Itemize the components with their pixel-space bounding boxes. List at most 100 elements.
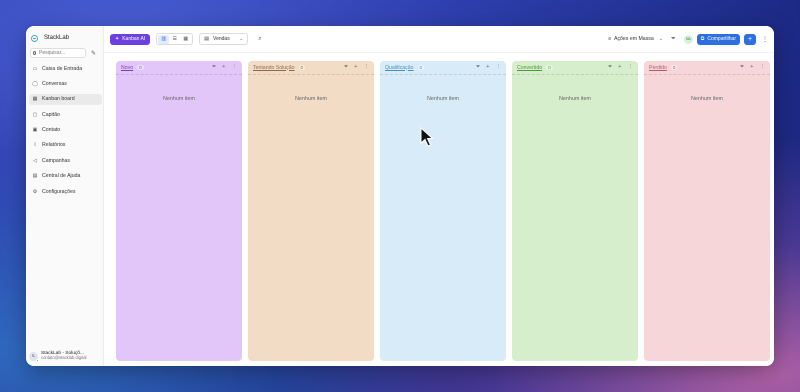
kanban-ai-button[interactable]: ✦ Kanban AI — [110, 33, 151, 45]
search-icon[interactable]: ⌕ — [258, 36, 261, 43]
column-count-badge: 0 — [546, 65, 553, 70]
list-view-icon[interactable]: ☰ — [169, 35, 180, 44]
toolbar-right: ≡ Ações em Massa ⌄ ⏷ NA ⧉ Compartilhar +… — [608, 33, 768, 45]
contact-icon: ▣ — [32, 127, 38, 134]
sidebar-item-label: Caixa de Entrada — [42, 65, 83, 72]
bulk-actions-label: Ações em Massa — [613, 36, 654, 42]
bulk-actions-dropdown[interactable]: ≡ Ações em Massa ⌄ — [608, 36, 663, 42]
column-title[interactable]: Qualificação — [385, 65, 414, 71]
sparkle-icon: ✦ — [115, 36, 120, 42]
sidebar-item-label: Kanban board — [42, 96, 75, 103]
add-icon[interactable]: + — [354, 64, 357, 71]
more-vertical-icon[interactable]: ⋮ — [232, 64, 238, 71]
filter-icon[interactable]: ⏷ — [740, 64, 744, 71]
filter-icon[interactable]: ⏷ — [344, 64, 348, 71]
sidebar-item-captain[interactable]: ▢ Capitão — [29, 109, 102, 120]
kanban-ai-label: Kanban AI — [122, 36, 146, 42]
sidebar: StackLab ✎ ▭ Caixa de Entrada ◯ Conversa… — [26, 26, 104, 366]
toolbar: ✦ Kanban AI ▥ ☰ ▦ ▤ Vendas ⌄ ⌕ ≡ Ações e… — [104, 26, 774, 53]
list-icon: ≡ — [607, 36, 611, 42]
kanban-column-convertido: Convertido 0 ⏷ + ⋮ Nenhum item — [512, 61, 638, 361]
main-content: ✦ Kanban AI ▥ ☰ ▦ ▤ Vendas ⌄ ⌕ ≡ Ações e… — [104, 26, 774, 366]
column-header: Novo 0 ⏷ + ⋮ — [116, 61, 242, 75]
kanban-board: Novo 0 ⏷ + ⋮ Nenhum item Tentando Soluçã… — [116, 61, 774, 361]
share-icon: ⧉ — [700, 36, 705, 42]
calendar-view-icon[interactable]: ▦ — [180, 35, 191, 44]
column-header: Convertido 0 ⏷ + ⋮ — [512, 61, 638, 75]
sidebar-item-label: Conversas — [42, 80, 67, 87]
add-icon[interactable]: + — [222, 64, 225, 71]
add-button[interactable]: + — [744, 33, 756, 45]
kanban-column-perdido: Perdido 0 ⏷ + ⋮ Nenhum item — [644, 61, 770, 361]
share-button[interactable]: ⧉ Compartilhar — [696, 33, 740, 45]
sidebar-item-help-center[interactable]: ▤ Central de Ajuda — [29, 171, 102, 182]
sidebar-item-kanban[interactable]: ▦ Kanban board — [29, 93, 102, 105]
book-icon: ▤ — [32, 173, 38, 180]
table-icon: ▤ — [204, 36, 210, 42]
user-avatar[interactable]: NA — [683, 34, 693, 44]
gear-icon: ⚙ — [32, 188, 38, 195]
search-input[interactable] — [39, 50, 85, 56]
column-title[interactable]: Tentando Solução — [253, 65, 295, 71]
more-vertical-icon[interactable]: ⋮ — [496, 64, 502, 71]
sidebar-item-label: Campanhas — [42, 157, 70, 164]
online-status-dot — [36, 358, 39, 362]
column-empty-state: Nenhum item — [162, 96, 196, 102]
sidebar-item-label: Capitão — [42, 111, 60, 118]
column-actions: ⏷ + ⋮ — [608, 64, 633, 71]
sidebar-item-contact[interactable]: ▣ Contato — [29, 125, 102, 136]
sidebar-item-conversations[interactable]: ◯ Conversas — [29, 78, 102, 89]
chart-icon: ⌇ — [33, 142, 37, 149]
column-header: Tentando Solução 0 ⏷ + ⋮ — [248, 61, 374, 75]
column-title[interactable]: Perdido — [649, 65, 667, 71]
column-count-badge: 0 — [670, 65, 678, 70]
column-empty-state: Nenhum item — [558, 96, 592, 102]
pipeline-select[interactable]: ▤ Vendas ⌄ — [199, 33, 249, 45]
avatar: S- — [29, 351, 39, 362]
column-title[interactable]: Novo — [121, 65, 133, 71]
more-vertical-icon[interactable]: ⋮ — [628, 64, 634, 71]
sidebar-search[interactable] — [30, 48, 86, 58]
sidebar-item-campaigns[interactable]: ◁ Campanhas — [29, 155, 102, 166]
column-empty-state: Nenhum item — [294, 96, 328, 102]
logo-icon — [31, 34, 38, 42]
more-vertical-icon[interactable]: ⋮ — [364, 64, 370, 71]
column-actions: ⏷ + ⋮ — [740, 64, 765, 71]
sidebar-item-label: Contato — [42, 127, 61, 134]
column-header: Qualificação 0 ⏷ + ⋮ — [380, 61, 506, 75]
kanban-icon: ▦ — [32, 96, 38, 103]
filter-icon[interactable]: ⏷ — [671, 36, 676, 43]
app-window: StackLab ✎ ▭ Caixa de Entrada ◯ Conversa… — [26, 26, 774, 366]
sidebar-item-inbox[interactable]: ▭ Caixa de Entrada — [29, 63, 102, 74]
inbox-icon: ▭ — [32, 65, 38, 72]
board-view-icon[interactable]: ▥ — [158, 34, 170, 44]
sidebar-item-label: Configurações — [42, 188, 76, 195]
filter-icon[interactable]: ⏷ — [476, 64, 480, 71]
search-icon — [33, 51, 36, 55]
filter-icon[interactable]: ⏷ — [212, 64, 216, 71]
more-vertical-icon[interactable]: ⋮ — [762, 36, 768, 43]
column-title[interactable]: Convertido — [517, 65, 542, 71]
column-count-badge: 0 — [137, 65, 144, 70]
pipeline-label: Vendas — [213, 36, 230, 42]
add-icon[interactable]: + — [486, 64, 489, 71]
sidebar-item-reports[interactable]: ⌇ Relatórios — [29, 140, 102, 151]
brand: StackLab — [31, 30, 103, 46]
column-empty-state: Nenhum item — [426, 96, 460, 102]
column-header: Perdido 0 ⏷ + ⋮ — [644, 61, 770, 75]
share-label: Compartilhar — [707, 36, 736, 42]
sidebar-item-settings[interactable]: ⚙ Configurações — [29, 186, 102, 197]
profile-card[interactable]: S- StackLab - Soluçõ... contato@stacklab… — [29, 349, 103, 363]
column-empty-state: Nenhum item — [690, 96, 724, 102]
filter-icon[interactable]: ⏷ — [608, 64, 612, 71]
add-icon[interactable]: + — [750, 64, 753, 71]
chevron-down-icon: ⌄ — [239, 36, 244, 42]
kanban-column-tentando-solucao: Tentando Solução 0 ⏷ + ⋮ Nenhum item — [248, 61, 374, 361]
more-vertical-icon[interactable]: ⋮ — [760, 64, 766, 71]
captain-icon: ▢ — [32, 111, 38, 118]
add-icon[interactable]: + — [618, 64, 621, 71]
compose-icon[interactable]: ✎ — [91, 50, 96, 57]
view-toggle: ▥ ☰ ▦ — [156, 33, 194, 45]
sidebar-item-label: Relatórios — [42, 142, 66, 149]
column-actions: ⏷ + ⋮ — [212, 64, 237, 71]
